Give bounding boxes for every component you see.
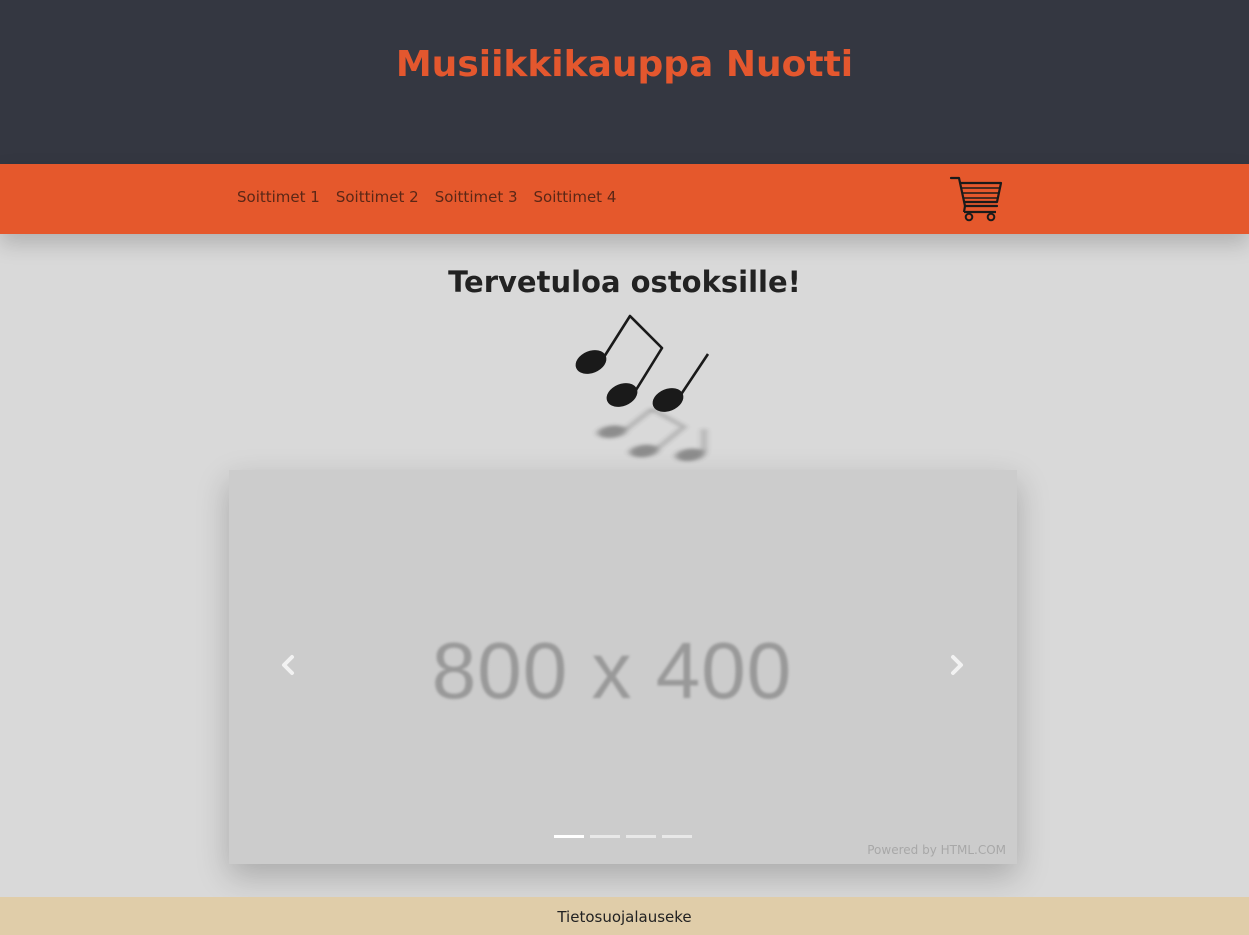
site-header: Musiikkikauppa Nuotti [0,0,1249,164]
image-carousel: 800 x 400 Powered by HTML.COM [229,470,1017,864]
chevron-left-icon[interactable] [273,650,303,680]
slide-placeholder: 800 x 400 [431,626,793,715]
chevron-right-icon[interactable] [942,650,972,680]
welcome-heading: Tervetuloa ostoksille! [448,265,801,299]
carousel-indicator-2[interactable] [590,835,620,838]
nav-link-soittimet-4[interactable]: Soittimet 4 [534,188,617,206]
powered-by-credit[interactable]: Powered by HTML.COM [867,843,1006,857]
carousel-indicators [554,835,692,838]
nav-link-soittimet-1[interactable]: Soittimet 1 [237,188,320,206]
site-title: Musiikkikauppa Nuotti [395,44,854,85]
carousel-indicator-3[interactable] [626,835,656,838]
nav-link-soittimet-3[interactable]: Soittimet 3 [435,188,518,206]
privacy-policy-link[interactable]: Tietosuojalauseke [557,908,691,926]
navbar: Soittimet 1 Soittimet 2 Soittimet 3 Soit… [0,164,1249,234]
shopping-cart-icon[interactable] [948,174,1004,224]
music-notes-icon [570,312,720,472]
nav-links: Soittimet 1 Soittimet 2 Soittimet 3 Soit… [237,188,616,206]
carousel-indicator-1[interactable] [554,835,584,838]
nav-link-soittimet-2[interactable]: Soittimet 2 [336,188,419,206]
site-footer: Tietosuojalauseke [0,897,1249,935]
carousel-indicator-4[interactable] [662,835,692,838]
